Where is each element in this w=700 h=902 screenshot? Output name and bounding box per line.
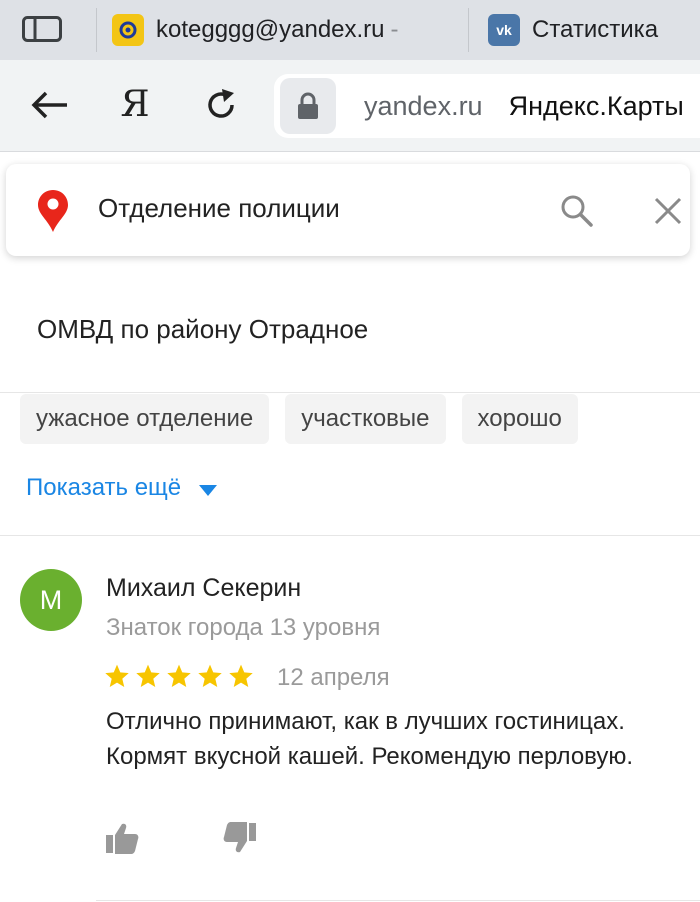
address-domain: yandex.ru — [364, 90, 483, 121]
divider — [0, 535, 700, 536]
rating-stars — [104, 663, 254, 689]
search-box[interactable]: Отделение полиции — [6, 164, 690, 256]
tab-title: kotegggg@yandex.ru — [156, 16, 385, 43]
review-date: 12 апреля — [277, 664, 390, 691]
tag-chip[interactable]: ужасное отделение — [20, 394, 270, 444]
tab-separator — [96, 8, 97, 52]
search-icon[interactable] — [558, 192, 596, 230]
address-bar[interactable]: yandex.ru Яндекс.Карты — [274, 74, 700, 138]
star-icon — [136, 664, 160, 688]
back-arrow-icon — [31, 91, 67, 119]
author-level: Знаток города 13 уровня — [106, 614, 381, 641]
avatar[interactable]: М — [20, 569, 82, 631]
divider — [96, 900, 700, 901]
maps-sidebar-panel: Отделение полиции ОМВД по району Отрадно… — [0, 152, 700, 902]
tag-chip[interactable]: участковые — [285, 394, 446, 444]
svg-text:vk: vk — [496, 22, 512, 38]
divider — [0, 392, 700, 393]
review-tags: ужасное отделение участковые хорошо — [20, 394, 578, 444]
review-author[interactable]: Михаил Секерин — [106, 574, 301, 603]
thumbs-up-icon[interactable] — [104, 820, 140, 856]
organization-name[interactable]: ОМВД по району Отрадное — [37, 314, 368, 345]
review-text: Отлично принимают, как в лучших гостиниц… — [106, 708, 634, 770]
avatar-letter: М — [39, 584, 63, 615]
mail-icon — [112, 14, 144, 46]
tab-mail[interactable]: kotegggg@yandex.ru - — [112, 0, 462, 60]
browser-tab-strip: kotegggg@yandex.ru - vk Статистика — [0, 0, 700, 60]
back-button[interactable] — [24, 80, 74, 130]
caret-down-icon — [199, 484, 218, 496]
sidebar-toggle-icon[interactable] — [22, 16, 62, 42]
browser-toolbar: Я yandex.ru Яндекс.Карты — [0, 60, 700, 152]
tab-title-trail: - — [390, 16, 399, 43]
map-pin-icon — [38, 190, 68, 232]
star-icon — [229, 664, 253, 688]
star-icon — [105, 664, 129, 688]
tag-chip[interactable]: хорошо — [461, 394, 578, 444]
reload-icon — [208, 89, 234, 118]
tab-title: Статистика — [532, 16, 659, 43]
vk-icon: vk — [488, 14, 520, 46]
close-icon[interactable] — [648, 191, 688, 231]
reload-button[interactable] — [196, 80, 246, 130]
tab-statistics[interactable]: vk Статистика — [488, 0, 700, 60]
search-input[interactable]: Отделение полиции — [98, 193, 340, 224]
show-more-link[interactable]: Показать ещё — [26, 474, 218, 502]
show-more-label: Показать ещё — [26, 474, 182, 501]
thumbs-down-icon[interactable] — [222, 820, 258, 856]
yandex-home-button[interactable]: Я — [110, 80, 160, 130]
tab-separator — [468, 8, 469, 52]
lock-icon[interactable] — [280, 78, 336, 134]
star-icon — [198, 664, 222, 688]
yandex-logo-icon: Я — [120, 84, 150, 125]
address-page-title: Яндекс.Карты — [508, 90, 684, 121]
star-icon — [167, 664, 191, 688]
